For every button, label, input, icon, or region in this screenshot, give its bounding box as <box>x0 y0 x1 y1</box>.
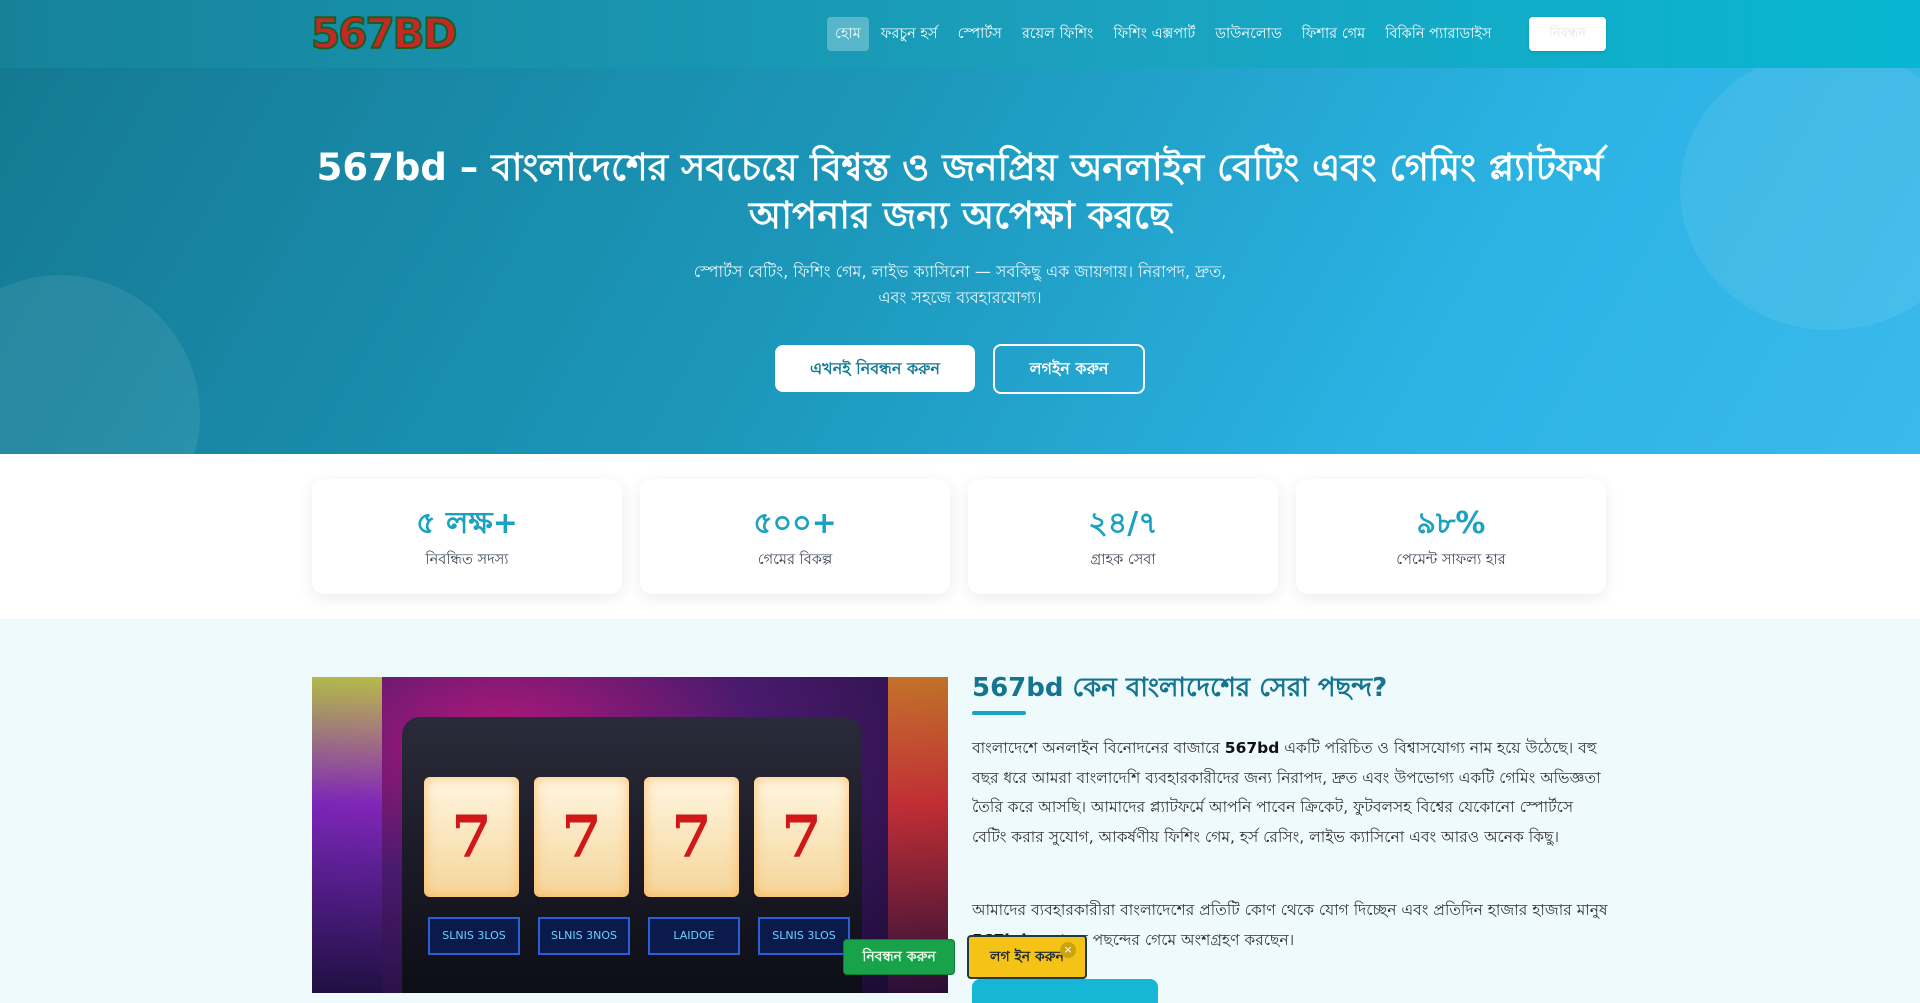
hero-section: 567bd – বাংলাদেশের সবচেয়ে বিশ্বস্ত ও জন… <box>0 0 1920 454</box>
section-title: 567bd কেন বাংলাদেশের সেরা পছন্দ? <box>972 673 1388 703</box>
slot-machine-body: 7 7 7 7 SLNIS 3LOS SLNIS 3NOS LAIDOE SLN… <box>402 717 862 993</box>
stat-card: ৫ লক্ষ+ নিবন্ধিত সদস্য <box>312 479 622 594</box>
paragraph-text: আমাদের ব্যবহারকারীরা বাংলাদেশের প্রতিটি … <box>972 901 1608 919</box>
stat-card: ৯৮% পেমেন্ট সাফল্য হার <box>1296 479 1606 594</box>
floating-register-button[interactable]: নিবন্ধন করুন <box>843 939 955 975</box>
slot-reel: 7 <box>424 777 519 897</box>
stat-value: ৫ লক্ষ+ <box>416 506 518 541</box>
header-register-button[interactable]: নিবন্ধন <box>1529 17 1606 51</box>
hero-login-button[interactable]: লগইন করুন <box>993 344 1145 394</box>
register-now-button[interactable]: এখনই নিবন্ধন করুন <box>775 345 975 392</box>
nav-item-fishing-expert[interactable]: ফিশিং এক্সপার্ট <box>1105 17 1203 51</box>
slot-screen: SLNIS 3NOS <box>538 917 630 955</box>
slot-reel: 7 <box>754 777 849 897</box>
paragraph-text: বাংলাদেশে অনলাইন বিনোদনের বাজারে <box>972 739 1225 757</box>
neon-light <box>312 677 382 993</box>
slot-reel: 7 <box>644 777 739 897</box>
stat-value: ৫০০+ <box>753 506 837 541</box>
stat-card: ৫০০+ গেমের বিকল্প <box>640 479 950 594</box>
slot-screen: SLNIS 3LOS <box>758 917 850 955</box>
stat-value: ২৪/৭ <box>1088 506 1158 541</box>
nav-item-fisher-game[interactable]: ফিশার গেম <box>1294 17 1374 51</box>
slot-reel: 7 <box>534 777 629 897</box>
stat-value: ৯৮% <box>1416 506 1486 541</box>
hero-subtitle-line: এবং সহজে ব্যবহারযোগ্য। <box>878 288 1042 307</box>
stats-section <box>0 454 1920 619</box>
nav-item-fortune-horse[interactable]: ফরচুন হর্স <box>873 17 946 51</box>
reel-symbol: 7 <box>561 803 602 871</box>
reel-symbol: 7 <box>781 803 822 871</box>
brand-name-bold: 567bd <box>1224 739 1280 757</box>
site-logo[interactable]: 567BD <box>310 9 459 59</box>
stat-label: গ্রাহক সেবা <box>1090 552 1156 568</box>
stat-label: নিবন্ধিত সদস্য <box>425 552 509 568</box>
main-nav: হোম ফরচুন হর্স স্পোর্টস রয়েল ফিশিং ফিশি… <box>827 17 1504 51</box>
nav-item-home[interactable]: হোম <box>827 17 869 51</box>
reel-symbol: 7 <box>451 803 492 871</box>
title-underline <box>972 711 1026 715</box>
decorative-circle <box>1680 50 1920 330</box>
top-navigation-bar: 567BD হোম ফরচুন হর্স স্পোর্টস রয়েল ফিশি… <box>0 0 1920 68</box>
reel-symbol: 7 <box>671 803 712 871</box>
hero-title-line: 567bd – বাংলাদেশের সবচেয়ে বিশ্বস্ত ও জন… <box>316 146 1604 189</box>
nav-item-download[interactable]: ডাউনলোড <box>1207 17 1289 51</box>
nav-item-royal-fishing[interactable]: রয়েল ফিশিং <box>1014 17 1101 51</box>
slot-screen: SLNIS 3LOS <box>428 917 520 955</box>
close-icon[interactable]: × <box>1060 942 1076 958</box>
about-cta-button[interactable] <box>972 979 1158 1003</box>
nav-item-bikini-paradise[interactable]: বিকিনি প্যারাডাইস <box>1377 17 1499 51</box>
stat-label: পেমেন্ট সাফল্য হার <box>1396 552 1506 568</box>
stat-label: গেমের বিকল্প <box>757 552 833 568</box>
slot-screen: LAIDOE <box>648 917 740 955</box>
hero-title-line: আপনার জন্য অপেক্ষা করছে <box>748 194 1172 237</box>
decorative-circle <box>0 275 200 454</box>
stat-card: ২৪/৭ গ্রাহক সেবা <box>968 479 1278 594</box>
nav-item-sports[interactable]: স্পোর্টস <box>950 17 1010 51</box>
hero-subtitle-line: স্পোর্টস বেটিং, ফিশিং গেম, লাইভ ক্যাসিনো… <box>693 262 1227 281</box>
about-paragraph: বাংলাদেশে অনলাইন বিনোদনের বাজারে 567bd এ… <box>972 734 1608 853</box>
hero-subtitle: স্পোর্টস বেটিং, ফিশিং গেম, লাইভ ক্যাসিনো… <box>640 259 1280 311</box>
hero-title: 567bd – বাংলাদেশের সবচেয়ে বিশ্বস্ত ও জন… <box>300 144 1620 240</box>
